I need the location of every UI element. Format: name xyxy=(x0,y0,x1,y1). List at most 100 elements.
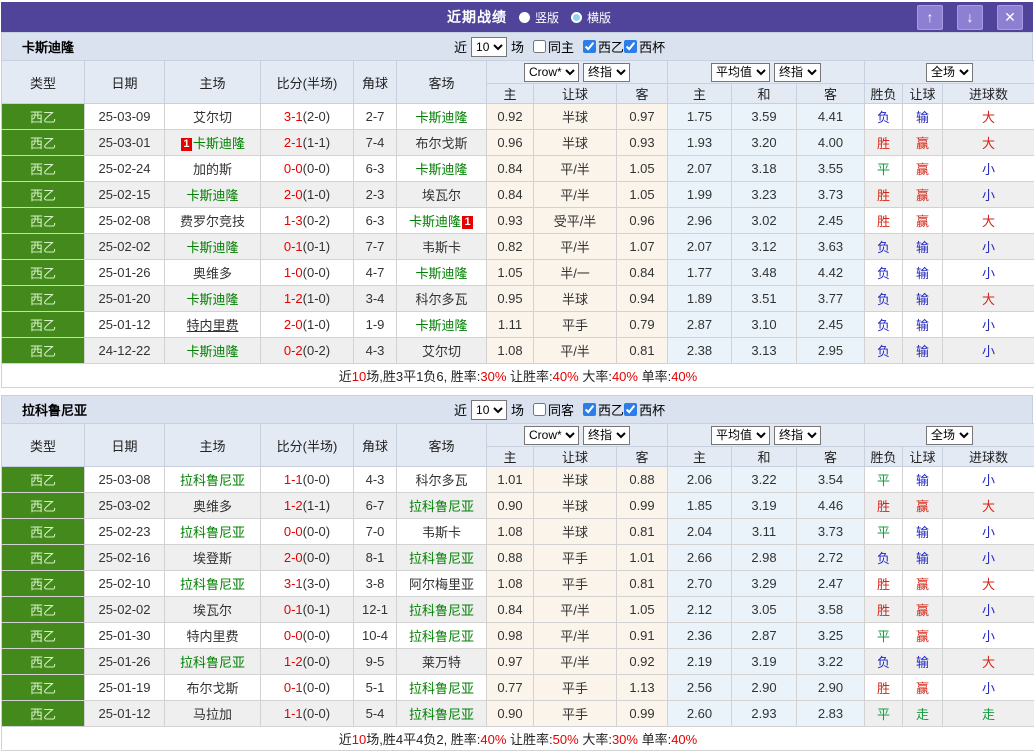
result-label: 负 xyxy=(877,240,890,255)
match-date: 25-02-23 xyxy=(85,519,165,545)
page-title: 近期战绩 xyxy=(447,7,507,27)
home-odds: 0.96 xyxy=(487,130,534,156)
average-select[interactable]: 平均值 xyxy=(711,426,770,445)
radio-selected-icon xyxy=(519,12,530,23)
cup-label: 西杯 xyxy=(639,37,665,56)
match-date: 25-01-12 xyxy=(85,701,165,727)
league-badge: 西乙 xyxy=(2,260,85,286)
summary-part: 40% xyxy=(553,369,579,384)
result-handicap: 输 xyxy=(903,104,943,130)
handicap: 平手 xyxy=(534,675,617,701)
average-time-select[interactable]: 终指 xyxy=(774,426,821,445)
summary-part: 40% xyxy=(671,369,697,384)
score: 1-3(0-2) xyxy=(261,208,354,234)
result-label: 胜 xyxy=(877,577,890,592)
league-badge: 西乙 xyxy=(2,519,85,545)
avg-draw: 2.93 xyxy=(732,701,797,727)
result-winlose: 负 xyxy=(865,545,903,571)
layout-horizontal-radio[interactable]: 横版 xyxy=(571,9,611,26)
recent-count-select[interactable]: 10 xyxy=(471,400,507,420)
odds-company-select[interactable]: Crow* xyxy=(524,426,579,445)
home-team: 加的斯 xyxy=(165,156,261,182)
match-date: 25-01-19 xyxy=(85,675,165,701)
cup-checkbox[interactable] xyxy=(624,40,637,53)
corner-score: 7-7 xyxy=(354,234,397,260)
league-label: 西乙 xyxy=(30,110,56,125)
halftime-score: (2-0) xyxy=(303,109,330,124)
score: 3-1(3-0) xyxy=(261,571,354,597)
team-label: 奥维多 xyxy=(193,266,232,281)
home-team: 布尔戈斯 xyxy=(165,675,261,701)
avg-away: 2.95 xyxy=(797,338,865,364)
league-label: 西乙 xyxy=(30,266,56,281)
halftime-score: (0-0) xyxy=(303,654,330,669)
league-label: 西乙 xyxy=(30,525,56,540)
average-select[interactable]: 平均值 xyxy=(711,63,770,82)
avg-home: 1.77 xyxy=(668,260,732,286)
avg-draw: 3.20 xyxy=(732,130,797,156)
result-label: 赢 xyxy=(916,603,929,618)
table-row: 西乙25-03-02奥维多1-2(1-1)6-7拉科鲁尼亚0.90半球0.991… xyxy=(2,493,1034,519)
match-date: 25-03-01 xyxy=(85,130,165,156)
odds-company-group: Crow*终指 xyxy=(487,424,668,447)
league-label: 西乙 xyxy=(30,162,56,177)
team-recent-table: 拉科鲁尼亚近10场同客西乙西杯类型日期主场比分(半场)角球客场Crow*终指平均… xyxy=(1,395,1033,751)
layout-vertical-radio[interactable]: 竖版 xyxy=(519,9,559,26)
away-team: 卡斯迪隆1 xyxy=(397,208,487,234)
away-odds: 0.96 xyxy=(617,208,668,234)
result-goals: 走 xyxy=(943,701,1034,727)
odds-time-select[interactable]: 终指 xyxy=(583,63,630,82)
league-checkbox[interactable] xyxy=(583,403,596,416)
result-label: 胜 xyxy=(877,136,890,151)
table-row: 西乙25-02-16埃登斯2-0(0-0)8-1拉科鲁尼亚0.88平手1.012… xyxy=(2,545,1034,571)
away-odds: 0.81 xyxy=(617,338,668,364)
score: 0-0(0-0) xyxy=(261,519,354,545)
away-odds: 0.94 xyxy=(617,286,668,312)
avg-draw: 3.05 xyxy=(732,597,797,623)
same-venue-checkbox[interactable] xyxy=(533,40,546,53)
team-label: 费罗尔竞技 xyxy=(180,214,245,229)
result-handicap: 输 xyxy=(903,649,943,675)
league-checkbox[interactable] xyxy=(583,40,596,53)
result-winlose: 胜 xyxy=(865,597,903,623)
handicap: 平手 xyxy=(534,571,617,597)
avg-away: 4.41 xyxy=(797,104,865,130)
fulltime-score: 1-2 xyxy=(284,498,303,513)
summary-part: 大率: xyxy=(579,732,612,747)
home-odds: 1.05 xyxy=(487,260,534,286)
result-label: 赢 xyxy=(916,499,929,514)
summary-part: 场,胜4平4负2, 胜率: xyxy=(366,732,480,747)
odds-company-select[interactable]: Crow* xyxy=(524,63,579,82)
team-label: 科尔多瓦 xyxy=(415,292,467,307)
scope-select[interactable]: 全场 xyxy=(926,63,973,82)
avg-draw: 3.59 xyxy=(732,104,797,130)
odds-time-select[interactable]: 终指 xyxy=(583,426,630,445)
team-label: 拉科鲁尼亚 xyxy=(180,655,245,670)
team-label: 埃瓦尔 xyxy=(193,603,232,618)
close-button[interactable]: ✕ xyxy=(997,5,1023,30)
recent-count-select[interactable]: 10 xyxy=(471,37,507,57)
avg-draw: 3.23 xyxy=(732,182,797,208)
move-up-button[interactable]: ↑ xyxy=(917,5,943,30)
home-odds: 0.84 xyxy=(487,597,534,623)
avg-home: 2.66 xyxy=(668,545,732,571)
team-label: 卡斯迪隆 xyxy=(415,110,467,125)
average-time-select[interactable]: 终指 xyxy=(774,63,821,82)
league-badge: 西乙 xyxy=(2,649,85,675)
result-handicap: 赢 xyxy=(903,675,943,701)
halftime-score: (0-2) xyxy=(303,343,330,358)
result-winlose: 平 xyxy=(865,701,903,727)
team-label: 韦斯卡 xyxy=(422,525,461,540)
near-label: 近 xyxy=(454,37,467,56)
move-down-button[interactable]: ↓ xyxy=(957,5,983,30)
avg-away: 2.45 xyxy=(797,312,865,338)
result-label: 输 xyxy=(916,525,929,540)
scope-select[interactable]: 全场 xyxy=(926,426,973,445)
avg-draw: 3.18 xyxy=(732,156,797,182)
same-venue-checkbox[interactable] xyxy=(533,403,546,416)
same-venue-label: 同客 xyxy=(548,400,574,419)
score: 0-1(0-1) xyxy=(261,597,354,623)
odds-company-group: Crow*终指 xyxy=(487,61,668,84)
cup-checkbox[interactable] xyxy=(624,403,637,416)
halftime-score: (0-0) xyxy=(303,680,330,695)
